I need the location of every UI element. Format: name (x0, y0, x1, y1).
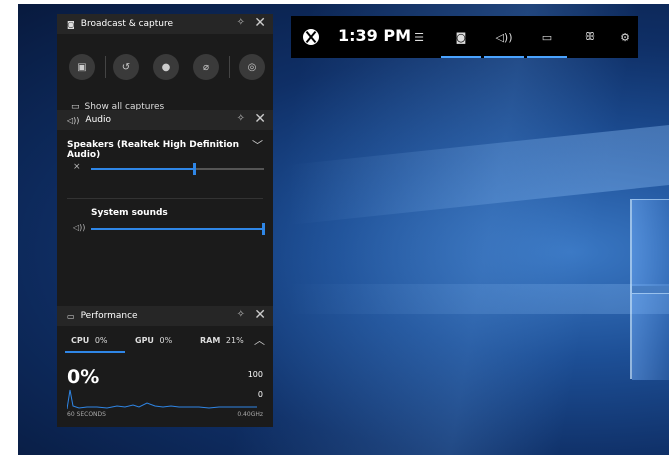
system-sounds-fill (91, 228, 264, 230)
divider (105, 56, 106, 78)
panel-title: Broadcast & capture (80, 19, 174, 29)
game-bar-top: 1:39 PM ☰ ◙ ◁)) ▭ ꕥ ⚙ (291, 16, 638, 58)
chevron-down-icon[interactable]: ﹀ (252, 137, 263, 153)
pin-icon[interactable]: ✧ (237, 17, 245, 28)
usage-graph (67, 389, 257, 410)
panel-titlebar[interactable]: ◙ Broadcast & capture ✧ ✕ (57, 14, 273, 34)
panel-title: Performance (80, 311, 138, 321)
system-sounds-label: System sounds (91, 208, 168, 218)
screenshot-button[interactable]: ▣ (69, 54, 95, 80)
mute-icon[interactable]: ⨯ (73, 162, 81, 172)
system-sounds-thumb[interactable] (262, 223, 265, 235)
record-last-button[interactable]: ↺ (113, 54, 139, 80)
record-icon: ● (161, 61, 171, 73)
graph-min-label: 0 (257, 390, 263, 399)
settings-icon[interactable]: ⚙ (605, 16, 645, 58)
light-beam (288, 284, 669, 314)
capture-buttons: ▣ ↺ ● ⌀ ◎ (67, 54, 267, 80)
looking-for-group-icon[interactable]: ꕥ (570, 16, 610, 58)
tab-value: 0% (94, 336, 108, 345)
record-last-icon: ↺ (121, 61, 131, 73)
audio-icon[interactable]: ◁)) (484, 16, 524, 58)
tab-cpu[interactable]: CPU 0% (71, 336, 108, 345)
panel-titlebar[interactable]: ▭ Performance ✧ ✕ (57, 306, 273, 326)
performance-icon[interactable]: ▭ (527, 16, 567, 58)
tab-value: 21% (225, 336, 244, 345)
usage-line (67, 389, 257, 410)
active-tab-indicator (65, 351, 125, 353)
widget-menu-icon[interactable]: ☰ (399, 16, 439, 58)
broadcast-capture-panel: ◙ Broadcast & capture ✧ ✕ ▣ ↺ ● ⌀ ◎ ▭ Sh… (57, 14, 273, 112)
audio-device-select[interactable]: Speakers (Realtek High Definition Audio) (67, 140, 273, 160)
camera-icon: ▣ (77, 61, 87, 73)
master-volume-fill (91, 168, 195, 170)
tab-value: 0% (159, 336, 173, 345)
speaker-icon[interactable]: ◁)) (73, 223, 85, 232)
graph-time-label: 60 SECONDS (67, 411, 106, 418)
broadcast-button[interactable]: ◎ (239, 54, 265, 80)
audio-panel: ◁)) Audio ✧ ✕ Speakers (Realtek High Def… (57, 110, 273, 306)
broadcast-capture-icon[interactable]: ◙ (441, 16, 481, 58)
tab-ram[interactable]: RAM 21% (200, 336, 244, 345)
light-beam (288, 122, 669, 226)
performance-panel: ▭ Performance ✧ ✕ CPU 0% GPU 0% RAM 21% … (57, 306, 273, 427)
close-icon[interactable]: ✕ (254, 15, 266, 31)
performance-icon: ▭ (67, 311, 75, 321)
mic-toggle-button[interactable]: ⌀ (193, 54, 219, 80)
xbox-icon[interactable] (303, 29, 319, 45)
tab-label: GPU (135, 336, 154, 345)
close-icon[interactable]: ✕ (254, 307, 266, 323)
pin-icon[interactable]: ✧ (237, 309, 245, 320)
tab-label: RAM (200, 336, 221, 345)
panel-title: Audio (85, 115, 111, 125)
master-volume-thumb[interactable] (193, 163, 196, 175)
record-button[interactable]: ● (153, 54, 179, 80)
broadcast-capture-icon: ◙ (67, 19, 75, 29)
broadcast-icon: ◎ (247, 61, 257, 73)
performance-tabs: CPU 0% GPU 0% RAM 21% (57, 336, 273, 356)
chevron-up-icon[interactable]: ︿ (254, 332, 265, 348)
close-icon[interactable]: ✕ (254, 111, 266, 127)
tab-label: CPU (71, 336, 90, 345)
windows-logo (630, 199, 669, 380)
pin-icon[interactable]: ✧ (237, 113, 245, 124)
mic-off-icon: ⌀ (202, 61, 210, 73)
cpu-frequency: 0.40GHz (237, 411, 263, 418)
divider (229, 56, 230, 78)
panel-titlebar[interactable]: ◁)) Audio ✧ ✕ (57, 110, 273, 130)
speaker-icon: ◁)) (67, 115, 80, 125)
divider (67, 198, 263, 199)
tab-gpu[interactable]: GPU 0% (135, 336, 172, 345)
